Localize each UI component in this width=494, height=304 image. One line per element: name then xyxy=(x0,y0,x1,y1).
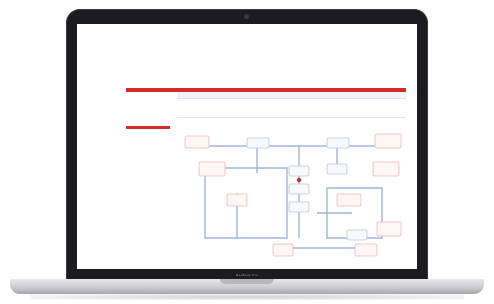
flow-diagram-svg xyxy=(184,133,402,257)
laptop-screen xyxy=(77,24,417,269)
device-brand-label: MacBook Pro xyxy=(235,273,259,277)
diagram-node xyxy=(326,137,350,149)
sidebar-item[interactable] xyxy=(126,118,170,124)
diagram-node xyxy=(372,161,400,177)
diagram-node xyxy=(272,243,294,257)
diagram-node xyxy=(336,193,362,207)
sidebar-item[interactable] xyxy=(126,110,170,116)
laptop-base xyxy=(10,279,484,294)
diagram-node xyxy=(288,165,310,177)
diagram-node xyxy=(198,161,226,177)
diagram-node xyxy=(184,135,210,149)
base-notch xyxy=(220,279,274,284)
laptop-lid: MacBook Pro xyxy=(66,9,428,281)
app-header xyxy=(77,24,417,50)
diagram-node xyxy=(374,133,402,149)
sidebar-item[interactable] xyxy=(126,102,170,108)
table-toolbar xyxy=(177,92,406,99)
sidebar xyxy=(126,92,170,254)
diagram-node xyxy=(288,201,310,213)
sidebar-item[interactable] xyxy=(126,94,170,100)
camera-icon xyxy=(244,14,249,19)
flow-diagram xyxy=(177,118,406,258)
diagram-node xyxy=(346,229,368,241)
diagram-node xyxy=(288,183,310,195)
diagram-node xyxy=(226,193,248,207)
diagram-marker xyxy=(296,177,302,183)
laptop-shadow xyxy=(30,294,464,300)
diagram-node xyxy=(376,221,402,237)
diagram-node xyxy=(246,137,270,149)
sidebar-red-divider xyxy=(126,126,170,129)
diagram-node xyxy=(354,243,378,257)
table-headers xyxy=(177,101,406,107)
diagram-node xyxy=(326,163,348,175)
